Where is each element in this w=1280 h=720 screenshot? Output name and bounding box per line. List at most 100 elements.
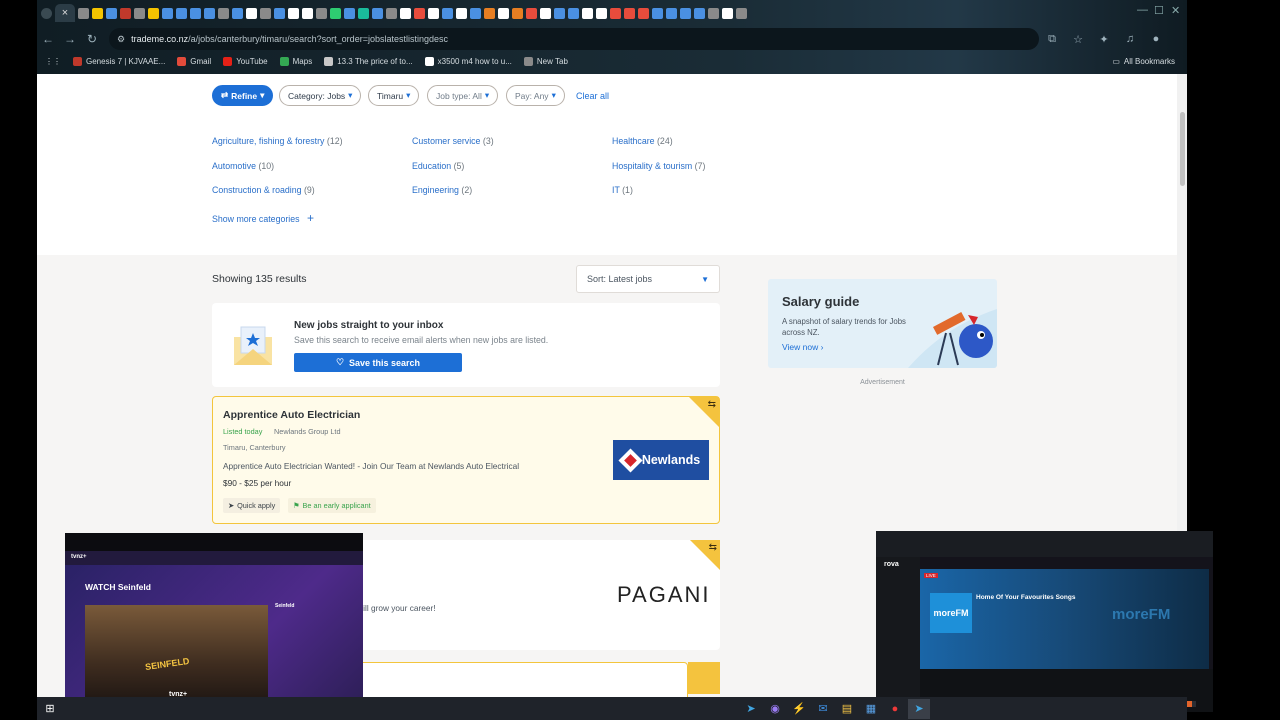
tab-favicon-icon[interactable]: [610, 7, 621, 19]
bookmark-item[interactable]: YouTube: [223, 56, 268, 66]
category-link[interactable]: Construction & roading (9): [212, 185, 315, 195]
category-link[interactable]: Agriculture, fishing & forestry (12): [212, 136, 343, 146]
view-now-link[interactable]: View now ›: [782, 342, 823, 352]
category-link[interactable]: Automotive (10): [212, 161, 274, 171]
bookmark-item[interactable]: 13.3 The price of to...: [324, 56, 413, 66]
tab-favicon-icon[interactable]: [246, 7, 257, 19]
install-icon[interactable]: ⧉: [1039, 33, 1065, 46]
tab-favicon-icon[interactable]: [414, 7, 425, 19]
tab-favicon-icon[interactable]: [512, 7, 523, 19]
tab-favicon-icon[interactable]: [428, 7, 439, 19]
apps-grid-icon[interactable]: ⋮⋮: [45, 57, 61, 66]
job-listing-card[interactable]: ⇆ Apprentice Auto Electrician Listed tod…: [212, 396, 720, 524]
tab-favicon-icon[interactable]: [120, 7, 131, 19]
pay-filter[interactable]: Pay: Any ▾: [506, 85, 565, 106]
tab-favicon-icon[interactable]: [148, 7, 159, 19]
category-link[interactable]: Engineering (2): [412, 185, 472, 195]
bookmark-item[interactable]: x3500 m4 how to u...: [424, 56, 512, 66]
tab-favicon-icon[interactable]: [386, 7, 397, 19]
tab-favicon-icon[interactable]: [232, 7, 243, 19]
tab-favicon-icon[interactable]: [736, 7, 747, 19]
category-link[interactable]: Customer service (3): [412, 136, 494, 146]
tab-favicon-icon[interactable]: [582, 7, 593, 19]
tab-favicon-icon[interactable]: [372, 7, 383, 19]
tab-search-button[interactable]: [41, 7, 52, 19]
tab-favicon-icon[interactable]: [540, 7, 551, 19]
media-icon[interactable]: ♫: [1117, 33, 1143, 45]
tab-favicon-icon[interactable]: [176, 7, 187, 19]
tab-favicon-icon[interactable]: [106, 7, 117, 19]
bookmark-item[interactable]: Genesis 7 | KJVAAE...: [73, 56, 165, 66]
category-link[interactable]: Education (5): [412, 161, 464, 171]
tab-favicon-icon[interactable]: [400, 7, 411, 19]
video-frame[interactable]: SEINFELD tvnz+: [85, 605, 268, 705]
bookmark-item[interactable]: New Tab: [523, 56, 568, 66]
tab-favicon-icon[interactable]: [358, 7, 369, 19]
profile-icon[interactable]: ●: [1143, 33, 1169, 45]
telegram-icon[interactable]: ➤: [908, 698, 930, 719]
tab-favicon-icon[interactable]: [316, 7, 327, 19]
rova-pip-window[interactable]: rova LIVE moreFM Home Of Your Favourites…: [876, 531, 1213, 712]
tab-favicon-icon[interactable]: [498, 7, 509, 19]
tab-favicon-icon[interactable]: [162, 7, 173, 19]
active-tab-close-icon[interactable]: ×: [55, 4, 75, 22]
job-type-filter[interactable]: Job type: All ▾: [427, 85, 499, 106]
tab-favicon-icon[interactable]: [274, 7, 285, 19]
tab-favicon-icon[interactable]: [344, 7, 355, 19]
vivaldi-icon[interactable]: ●: [884, 699, 906, 719]
sort-select[interactable]: Sort: Latest jobs ▼: [576, 265, 720, 293]
show-more-categories[interactable]: Show more categories +: [212, 211, 314, 225]
close-window-icon[interactable]: ✕: [1171, 4, 1180, 17]
minimize-icon[interactable]: —: [1137, 4, 1148, 16]
all-bookmarks-button[interactable]: ▭ All Bookmarks: [1112, 57, 1175, 66]
category-filter[interactable]: Category: Jobs ▾: [279, 85, 362, 106]
bookmark-item[interactable]: Maps: [279, 56, 312, 66]
telegram-icon[interactable]: ➤: [740, 699, 762, 719]
tvnz-pip-window[interactable]: tvnz+ WATCH Seinfeld SEINFELD tvnz+ Sein…: [65, 533, 363, 713]
category-link[interactable]: Hospitality & tourism (7): [612, 161, 705, 171]
tab-favicon-icon[interactable]: [694, 7, 705, 19]
tab-favicon-icon[interactable]: [652, 7, 663, 19]
address-bar[interactable]: ⚙ trademe.co.nz/a/jobs/canterbury/timaru…: [109, 28, 1039, 50]
tab-favicon-icon[interactable]: [624, 7, 635, 19]
tab-favicon-icon[interactable]: [442, 7, 453, 19]
tab-favicon-icon[interactable]: [78, 7, 89, 19]
tab-favicon-icon[interactable]: [568, 7, 579, 19]
extensions-icon[interactable]: ✦: [1091, 33, 1117, 46]
location-filter[interactable]: Timaru ▾: [368, 85, 420, 106]
tab-favicon-icon[interactable]: [218, 7, 229, 19]
scroll-thumb[interactable]: [1180, 112, 1185, 186]
acrobat-icon[interactable]: ⚡: [788, 699, 810, 719]
app-icon[interactable]: ◉: [764, 699, 786, 719]
tab-favicon-icon[interactable]: [92, 7, 103, 19]
tab-favicon-icon[interactable]: [596, 7, 607, 19]
tab-favicon-icon[interactable]: [190, 7, 201, 19]
clear-all-link[interactable]: Clear all: [576, 91, 609, 101]
save-search-button[interactable]: ♡ Save this search: [294, 353, 462, 372]
outlook-icon[interactable]: ✉: [812, 699, 834, 719]
tab-favicon-icon[interactable]: [638, 7, 649, 19]
start-icon[interactable]: ⊞: [39, 699, 61, 719]
bookmark-star-icon[interactable]: ☆: [1065, 33, 1091, 46]
tab-favicon-icon[interactable]: [330, 7, 341, 19]
forward-icon[interactable]: →: [59, 32, 81, 46]
tab-favicon-icon[interactable]: [302, 7, 313, 19]
site-info-icon[interactable]: ⚙: [117, 34, 125, 45]
maximize-icon[interactable]: ☐: [1154, 4, 1164, 17]
reload-icon[interactable]: ↻: [81, 32, 103, 46]
tab-favicon-icon[interactable]: [666, 7, 677, 19]
category-link[interactable]: IT (1): [612, 185, 633, 195]
tab-favicon-icon[interactable]: [484, 7, 495, 19]
remote-desktop-icon[interactable]: ▦: [860, 699, 882, 719]
back-icon[interactable]: ←: [37, 32, 59, 46]
tab-favicon-icon[interactable]: [456, 7, 467, 19]
tab-favicon-icon[interactable]: [288, 7, 299, 19]
tab-favicon-icon[interactable]: [708, 7, 719, 19]
file-explorer-icon[interactable]: ▤: [836, 699, 858, 719]
tab-favicon-icon[interactable]: [470, 7, 481, 19]
category-link[interactable]: Healthcare (24): [612, 136, 673, 146]
refine-button[interactable]: ⇄ Refine ▾: [212, 85, 274, 106]
tab-favicon-icon[interactable]: [680, 7, 691, 19]
tab-favicon-icon[interactable]: [554, 7, 565, 19]
job-title[interactable]: Apprentice Auto Electrician: [223, 409, 360, 421]
